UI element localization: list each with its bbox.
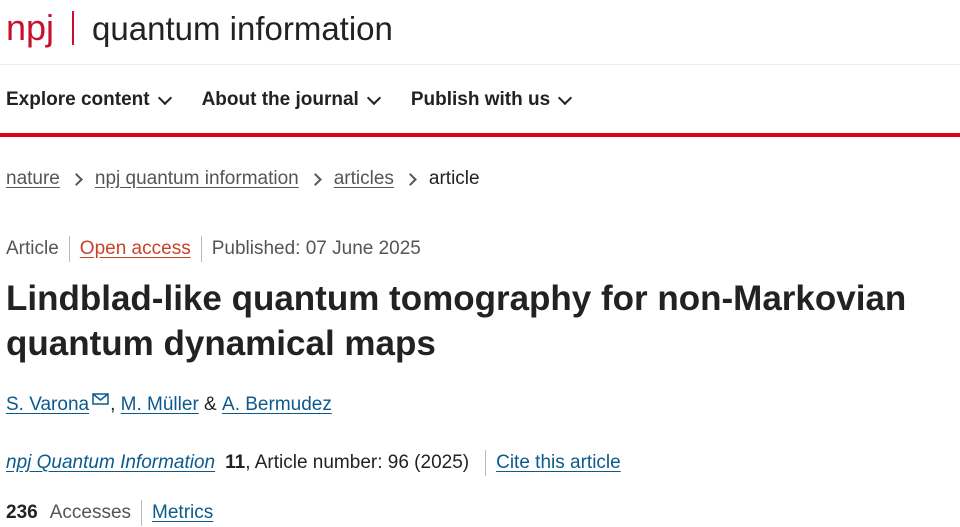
main-nav: Explore content About the journal Publis… xyxy=(6,84,602,116)
journal-brand[interactable]: npj quantum information xyxy=(6,6,393,50)
meta-divider xyxy=(68,236,70,262)
breadcrumb-journal[interactable]: npj quantum information xyxy=(95,168,299,190)
accesses-count: 236 xyxy=(6,502,38,523)
breadcrumb: nature npj quantum information articles … xyxy=(6,166,480,192)
citation-line: npj Quantum Information 11 , Article num… xyxy=(6,450,621,476)
article-type: Article xyxy=(6,238,59,259)
chevron-right-icon xyxy=(70,172,83,186)
chevron-right-icon xyxy=(308,172,322,186)
nav-about-journal[interactable]: About the journal xyxy=(201,89,381,111)
article-number: , Article number: 96 (2025) xyxy=(245,452,470,473)
author-link[interactable]: S. Varona xyxy=(6,394,89,416)
meta-divider xyxy=(200,236,202,262)
accesses-label: Accesses xyxy=(49,502,132,523)
header-divider xyxy=(0,64,960,65)
article-title: Lindblad-like quantum tomography for non… xyxy=(6,276,960,366)
chevron-right-icon xyxy=(404,172,417,186)
volume-number: 11 xyxy=(225,452,246,473)
npj-logo[interactable]: npj xyxy=(6,10,54,46)
chevron-down-icon xyxy=(558,90,573,105)
nav-publish-with-us-label: Publish with us xyxy=(410,89,551,110)
author-link[interactable]: M. Müller xyxy=(121,394,199,416)
envelope-icon[interactable] xyxy=(92,393,109,405)
chevron-down-icon xyxy=(157,90,172,105)
breadcrumb-current: article xyxy=(428,168,480,189)
journal-title[interactable]: quantum information xyxy=(92,12,393,45)
nav-about-journal-label: About the journal xyxy=(201,89,359,110)
author-list: S. Varona , M. Müller & A. Bermudez xyxy=(6,392,332,418)
published-date: Published: 07 June 2025 xyxy=(211,238,421,259)
accent-bar xyxy=(0,133,960,137)
chevron-down-icon xyxy=(366,90,381,105)
metrics-link[interactable]: Metrics xyxy=(152,502,213,524)
breadcrumb-articles[interactable]: articles xyxy=(334,168,394,190)
author-separator: , xyxy=(110,394,121,415)
article-metrics: 236 Accesses Metrics xyxy=(6,500,213,526)
cite-this-article-link[interactable]: Cite this article xyxy=(496,452,621,474)
nav-publish-with-us[interactable]: Publish with us xyxy=(410,89,573,111)
article-title-line-2: quantum dynamical maps xyxy=(6,324,436,363)
metrics-divider xyxy=(141,500,143,526)
journal-link[interactable]: npj Quantum Information xyxy=(6,452,215,474)
article-title-line-1: Lindblad-like quantum tomography for non… xyxy=(6,279,907,318)
nav-explore-content[interactable]: Explore content xyxy=(6,89,172,111)
nav-explore-content-label: Explore content xyxy=(6,89,150,110)
brand-divider xyxy=(72,11,75,45)
author-separator: & xyxy=(198,394,223,415)
article-meta: Article Open access Published: 07 June 2… xyxy=(6,236,421,262)
breadcrumb-nature[interactable]: nature xyxy=(6,168,60,190)
author-link[interactable]: A. Bermudez xyxy=(222,394,332,416)
citation-divider xyxy=(485,450,487,476)
open-access-link[interactable]: Open access xyxy=(80,238,191,260)
